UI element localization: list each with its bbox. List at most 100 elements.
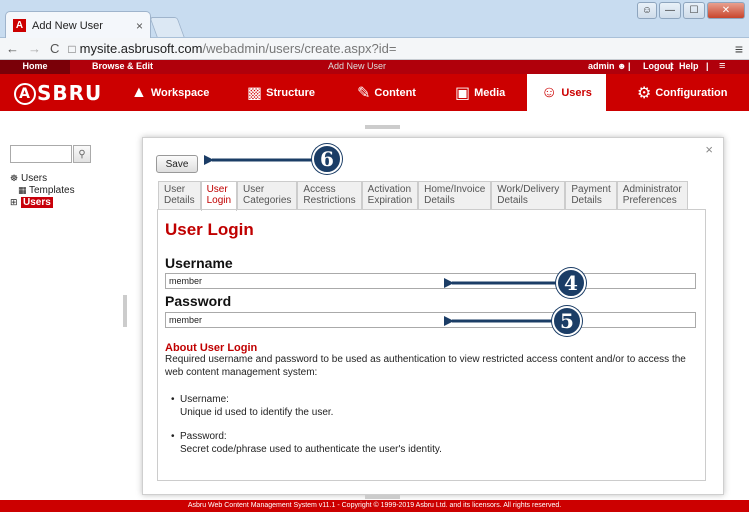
separator: | xyxy=(706,61,709,71)
profile-icon[interactable]: ☺ xyxy=(637,2,657,19)
logo-text: SBRU xyxy=(37,81,103,105)
browser-titlebar: A Add New User × ☺ — ☐ ✕ xyxy=(0,0,749,39)
forward-arrow-icon[interactable]: → xyxy=(28,41,41,56)
window-controls: ☺ — ☐ ✕ xyxy=(637,2,745,19)
tab-user-login[interactable]: User Login xyxy=(200,181,238,211)
add-user-dialog: × Save User Details User Login User Categor… xyxy=(142,137,724,495)
username-field[interactable] xyxy=(165,273,696,289)
tree-label: Users xyxy=(21,197,53,208)
admin-username: admin xyxy=(588,61,615,71)
user-tree: ☸ Users ▦ Templates ⊞ Users xyxy=(10,172,75,208)
tree-item-users-root[interactable]: ☸ Users xyxy=(10,172,75,184)
top-resize-handle[interactable] xyxy=(365,125,400,129)
tab-activation-expiration[interactable]: Activation Expiration xyxy=(361,181,419,209)
address-bar: ← → C □ mysite.asbrusoft.com/webadmin/us… xyxy=(0,38,749,60)
save-button[interactable]: Save xyxy=(156,155,198,173)
url-field[interactable]: mysite.asbrusoft.com/webadmin/users/crea… xyxy=(80,41,735,56)
structure-icon: ▩ xyxy=(247,84,263,102)
tab-work-delivery-details[interactable]: Work/Delivery Details xyxy=(491,181,566,209)
search-icon[interactable]: ⚲ xyxy=(73,145,91,163)
tab-user-details[interactable]: User Details xyxy=(158,181,201,209)
bullet-password: Password: Secret code/phrase used to aut… xyxy=(180,430,442,456)
window-close-icon[interactable]: ✕ xyxy=(707,2,745,19)
nav-item-structure[interactable]: ▩ Structure xyxy=(247,74,315,111)
page-icon: □ xyxy=(68,41,76,56)
main-nav: A SBRU ▲ Workspace ▩ Structure ✎ Content ▣ Me… xyxy=(0,74,749,111)
app-menu-icon[interactable]: ≡ xyxy=(719,60,725,72)
tree-label: Templates xyxy=(29,185,75,196)
panel-resize-handle[interactable] xyxy=(123,295,127,327)
help-link[interactable]: Help xyxy=(679,61,699,71)
password-label: Password xyxy=(165,293,232,309)
tab-line: Access xyxy=(303,184,336,195)
tab-line: Administrator xyxy=(622,184,682,195)
nav-item-users[interactable]: ☺ Users xyxy=(527,74,606,111)
tab-user-categories[interactable]: User Categories xyxy=(237,181,298,209)
app-top-bar: Home Browse & Edit Add New User admin ☻ … xyxy=(0,60,749,74)
tree-label: Users xyxy=(21,173,48,184)
tree-item-users-selected[interactable]: ⊞ Users xyxy=(10,196,75,208)
tab-line: Details xyxy=(424,195,455,206)
nav-label: Content xyxy=(374,86,416,99)
browse-edit-link[interactable]: Browse & Edit xyxy=(92,61,153,71)
asbru-favicon-icon: A xyxy=(13,19,26,32)
asbru-logo[interactable]: A SBRU xyxy=(14,81,102,105)
logout-link[interactable]: Logout xyxy=(643,61,674,71)
browser-menu-icon[interactable]: ≡ xyxy=(735,41,743,57)
tab-line: Restrictions xyxy=(303,195,356,206)
workspace-icon: ▲ xyxy=(131,83,147,101)
expand-icon: ⊞ xyxy=(10,197,18,207)
bottom-resize-handle[interactable] xyxy=(365,495,400,499)
tab-line: Home/Invoice xyxy=(424,184,486,195)
tab-line: Login xyxy=(206,195,232,206)
tab-line: Details xyxy=(497,195,528,206)
tab-administrator-preferences[interactable]: Administrator Preferences xyxy=(616,181,688,209)
username-label: Username xyxy=(165,255,233,271)
separator: | xyxy=(628,61,631,71)
browser-tab[interactable]: A Add New User × xyxy=(5,11,151,39)
tab-close-icon[interactable]: × xyxy=(136,19,143,33)
nav-label: Structure xyxy=(266,86,316,99)
tree-item-templates[interactable]: ▦ Templates xyxy=(10,184,75,196)
password-field[interactable] xyxy=(165,312,696,328)
admin-user-link[interactable]: admin ☻ xyxy=(588,61,627,71)
tab-access-restrictions[interactable]: Access Restrictions xyxy=(297,181,362,209)
dialog-tabs: User Details User Login User Categories Acc… xyxy=(158,181,688,211)
tab-line: Payment xyxy=(571,184,611,195)
dialog-close-icon[interactable]: × xyxy=(705,142,713,157)
gear-icon: ⚙ xyxy=(637,84,652,102)
tab-line: Expiration xyxy=(367,195,413,206)
nav-item-workspace[interactable]: ▲ Workspace xyxy=(131,74,209,111)
callout-5: 5 xyxy=(552,306,582,336)
new-tab-button[interactable] xyxy=(149,17,185,37)
tab-line: User xyxy=(206,184,228,195)
logo-letter: A xyxy=(14,83,36,105)
nav-item-configuration[interactable]: ⚙ Configuration xyxy=(637,74,727,111)
tree-search-input[interactable] xyxy=(10,145,72,163)
bullet-title: Password: xyxy=(180,430,442,443)
nav-item-content[interactable]: ✎ Content xyxy=(357,74,416,111)
nav-label: Media xyxy=(474,86,506,99)
back-arrow-icon[interactable]: ← xyxy=(6,41,19,56)
page-title: User Login xyxy=(165,220,254,239)
user-icon: ☻ xyxy=(617,61,627,71)
minimize-icon[interactable]: — xyxy=(659,2,681,19)
tab-line: Categories xyxy=(243,195,292,206)
callout-6: 6 xyxy=(312,144,342,174)
templates-icon: ▦ xyxy=(18,185,27,195)
url-path: /webadmin/users/create.aspx?id= xyxy=(202,41,397,56)
users-icon: ☺ xyxy=(541,83,558,101)
nav-label: Workspace xyxy=(150,86,210,99)
media-icon: ▣ xyxy=(455,84,471,102)
tab-home-invoice-details[interactable]: Home/Invoice Details xyxy=(418,181,492,209)
maximize-icon[interactable]: ☐ xyxy=(683,2,705,19)
users-group-icon: ☸ xyxy=(10,173,19,183)
nav-label: Users xyxy=(561,86,592,99)
reload-icon[interactable]: C xyxy=(50,41,59,56)
home-link[interactable]: Home xyxy=(0,60,70,74)
separator: | xyxy=(670,61,673,71)
tab-payment-details[interactable]: Payment Details xyxy=(565,181,617,209)
bullet-username: Username: Unique id used to identify the… xyxy=(180,393,333,419)
nav-item-media[interactable]: ▣ Media xyxy=(455,74,505,111)
tab-title: Add New User xyxy=(32,19,103,32)
